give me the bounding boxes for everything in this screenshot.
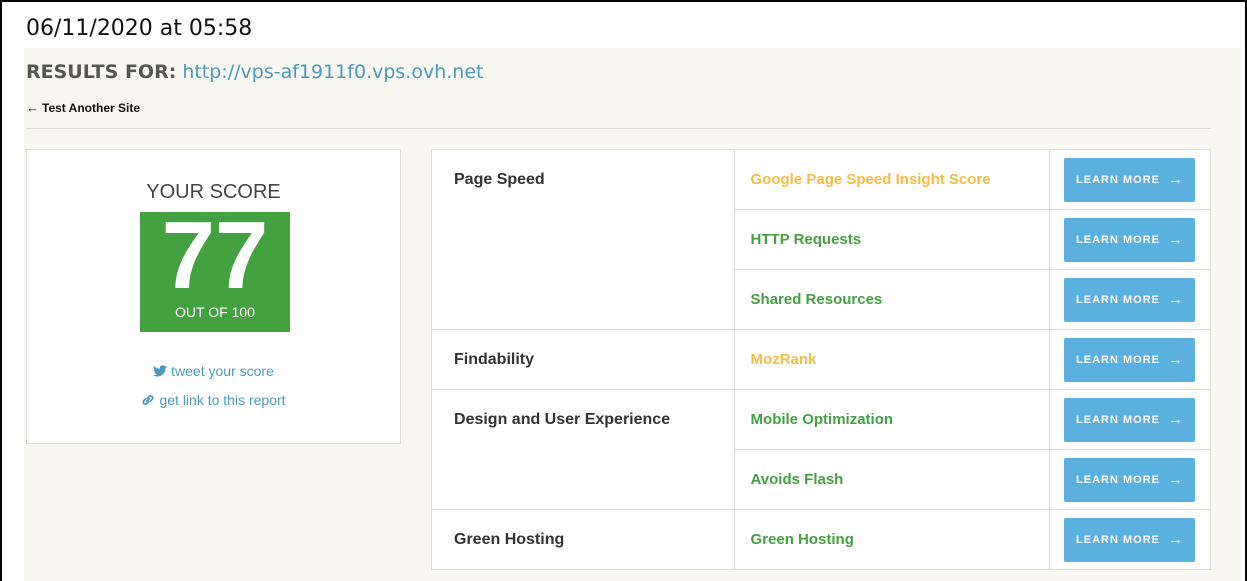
learn-more-button[interactable]: LEARN MORE →: [1064, 157, 1196, 202]
divider: [26, 128, 1211, 129]
arrow-right-icon: →: [1168, 471, 1183, 488]
metric-http-requests: HTTP Requests: [733, 209, 1051, 270]
back-link-label: Test Another Site: [42, 100, 141, 115]
results-label: RESULTS FOR:: [26, 61, 177, 83]
score-value: 77: [161, 202, 269, 309]
table-row: Green Hosting Green Hosting LEARN MORE →: [431, 509, 1211, 570]
metric-google-page-speed: Google Page Speed Insight Score: [733, 149, 1051, 210]
timestamp: 06/11/2020 at 05:58: [26, 16, 253, 41]
arrow-right-icon: →: [1168, 291, 1183, 308]
table-row: Findability MozRank LEARN MORE →: [431, 329, 1211, 390]
results-panel: RESULTS FOR: http://vps-af1911f0.vps.ovh.…: [24, 48, 1241, 581]
category-page-speed: Page Speed: [431, 149, 735, 330]
score-card: YOUR SCORE 77 OUT OF 100 tweet your scor…: [26, 149, 401, 444]
table-row: Page Speed Google Page Speed Insight Sco…: [431, 149, 1211, 330]
learn-more-label: LEARN MORE: [1076, 473, 1160, 486]
arrow-right-icon: →: [1168, 231, 1183, 248]
metric-shared-resources: Shared Resources: [733, 269, 1051, 330]
metric-avoids-flash: Avoids Flash: [733, 449, 1051, 510]
tweet-score-label: tweet your score: [171, 363, 274, 379]
arrow-right-icon: →: [1168, 351, 1183, 368]
learn-more-button[interactable]: LEARN MORE →: [1064, 457, 1196, 502]
learn-more-button[interactable]: LEARN MORE →: [1064, 337, 1196, 382]
learn-more-button[interactable]: LEARN MORE →: [1064, 397, 1196, 442]
category-design-user-experience: Design and User Experience: [431, 389, 735, 510]
results-table: Page Speed Google Page Speed Insight Sco…: [431, 149, 1211, 570]
arrow-right-icon: →: [1168, 411, 1183, 428]
learn-more-label: LEARN MORE: [1076, 353, 1160, 366]
learn-more-label: LEARN MORE: [1076, 173, 1160, 186]
arrow-right-icon: →: [1168, 531, 1183, 548]
link-icon: [141, 394, 155, 406]
learn-more-label: LEARN MORE: [1076, 233, 1160, 246]
test-another-site-link[interactable]: ← Test Another Site: [26, 100, 140, 115]
arrow-right-icon: →: [1168, 171, 1183, 188]
score-badge: 77 OUT OF 100: [140, 206, 290, 332]
results-header: RESULTS FOR: http://vps-af1911f0.vps.ovh.…: [26, 61, 483, 83]
tweet-score-link[interactable]: tweet your score: [27, 363, 400, 379]
results-url-link[interactable]: http://vps-af1911f0.vps.ovh.net: [182, 61, 483, 83]
get-report-link[interactable]: get link to this report: [27, 392, 400, 408]
arrow-left-icon: ←: [26, 100, 39, 115]
metric-mobile-optimization: Mobile Optimization: [733, 389, 1051, 450]
learn-more-button[interactable]: LEARN MORE →: [1064, 277, 1196, 322]
learn-more-label: LEARN MORE: [1076, 533, 1160, 546]
table-row: Design and User Experience Mobile Optimi…: [431, 389, 1211, 510]
learn-more-button[interactable]: LEARN MORE →: [1064, 217, 1196, 262]
twitter-icon: [153, 365, 168, 377]
metric-mozrank: MozRank: [733, 329, 1051, 390]
score-title: YOUR SCORE: [146, 181, 281, 203]
learn-more-button[interactable]: LEARN MORE →: [1064, 517, 1196, 562]
learn-more-label: LEARN MORE: [1076, 293, 1160, 306]
category-findability: Findability: [431, 329, 735, 390]
get-link-label: get link to this report: [159, 392, 286, 408]
score-out-of: OUT OF 100: [175, 304, 255, 320]
metric-green-hosting: Green Hosting: [733, 509, 1051, 570]
category-green-hosting: Green Hosting: [431, 509, 735, 570]
learn-more-label: LEARN MORE: [1076, 413, 1160, 426]
